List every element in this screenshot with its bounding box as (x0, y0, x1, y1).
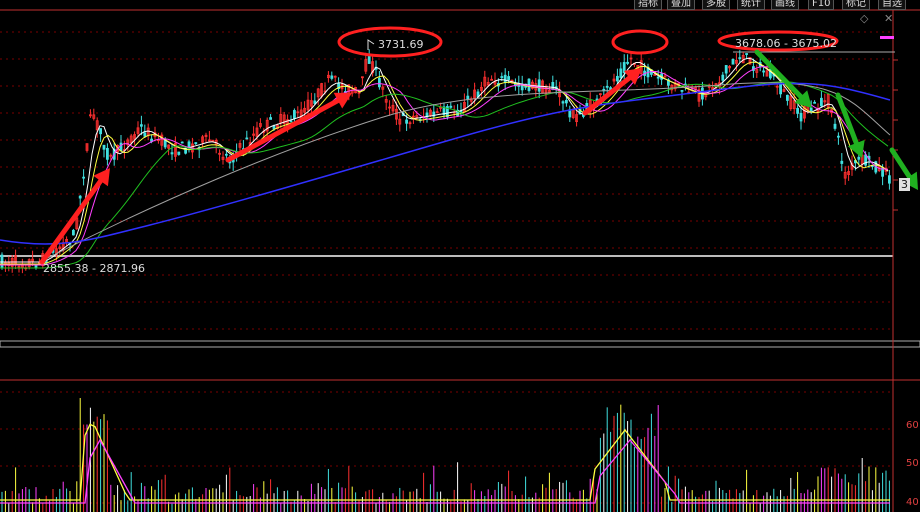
volume-chart (0, 398, 890, 512)
candle-body (561, 101, 565, 104)
candle-body (731, 58, 735, 65)
down-arrow (889, 147, 912, 180)
candle-body (605, 85, 609, 88)
candle-body (864, 154, 867, 166)
candle-body (139, 124, 143, 127)
candle-body (34, 264, 38, 268)
candle-body (840, 160, 844, 164)
candle-body (551, 82, 555, 90)
candle-body (289, 120, 293, 123)
toolbar-button-overlay[interactable]: 叠加 (667, 0, 695, 10)
candle-body (721, 74, 725, 81)
toolbar-button-f10[interactable]: F10 (808, 0, 835, 10)
ma-line-yellow (0, 61, 889, 265)
candle-body (72, 229, 75, 236)
candle-body (405, 119, 409, 124)
close-icon[interactable]: ✕ (884, 13, 893, 24)
candle-body (224, 153, 228, 156)
volume-axis-tick: 40 (906, 497, 919, 508)
peak-high-label: 3731.69 (378, 38, 424, 51)
candle-body (786, 94, 789, 101)
ma-line-magenta (0, 66, 889, 266)
toolbar-button-statistics[interactable]: 统计 (737, 0, 765, 10)
toolbar-button-indicators[interactable]: 指标 (634, 0, 662, 10)
candle-body (449, 105, 453, 108)
candle-body (272, 125, 276, 130)
toolbar-button-multi-stock[interactable]: 多股 (702, 0, 730, 10)
candle-body (724, 65, 728, 74)
candle-body (656, 76, 660, 79)
toolbar-button-draw-line[interactable]: 画线 (771, 0, 799, 10)
candle-body (500, 76, 504, 78)
candle-body (102, 144, 106, 150)
candle-body (738, 57, 742, 60)
restore-icon[interactable]: ◇ (860, 13, 868, 24)
candle-body (377, 77, 381, 88)
ma-line-white (0, 57, 889, 263)
candle-body (330, 75, 334, 79)
volume-axis-tick: 60 (906, 420, 919, 431)
current-price-tag: 3 (899, 178, 910, 191)
peak-pointer (367, 39, 375, 50)
range-top-label: 3678.06 - 3675.02 (735, 37, 837, 50)
candle-body (833, 123, 837, 129)
candle-body (503, 74, 507, 83)
candle-body (813, 101, 816, 104)
volume-axis-tick: 50 (906, 458, 919, 469)
candle-body (799, 112, 803, 122)
candle-body (106, 148, 109, 160)
candle-body (119, 142, 123, 152)
candle-body (78, 195, 82, 199)
second-peak-ellipse (611, 29, 669, 55)
candle-body (99, 128, 102, 135)
candle-body (565, 99, 568, 104)
candle-body (170, 152, 174, 155)
volume-ma-yellow (0, 423, 890, 501)
candle-body (626, 61, 629, 64)
candle-body (745, 53, 748, 55)
candle-body (619, 68, 623, 78)
candle-body (180, 141, 184, 144)
toolbar-button-watchlist[interactable]: 自选 (878, 0, 906, 10)
candle-body (820, 97, 823, 107)
candle-body (82, 176, 85, 179)
candle-body (194, 142, 198, 145)
candle-body (269, 117, 273, 120)
candle-body (507, 76, 511, 81)
indicator-marker (880, 36, 894, 39)
down-arrow (835, 92, 859, 146)
toolbar-button-mark[interactable]: 标记 (842, 0, 870, 10)
candle-body (177, 151, 181, 155)
candle-body (857, 156, 861, 160)
candle-body (762, 70, 765, 73)
candle-body (292, 110, 296, 119)
candle-body (367, 56, 371, 64)
candle-body (245, 137, 249, 140)
moving-average-lines (0, 57, 891, 269)
candle-body (888, 175, 891, 184)
candle-body (616, 75, 619, 82)
candle-body (837, 135, 840, 138)
stock-chart-window (0, 9, 920, 512)
candle-body (796, 107, 799, 114)
candle-body (143, 132, 147, 137)
candle-body (466, 95, 470, 100)
panel-separator (0, 340, 920, 348)
grid-lines (0, 9, 920, 512)
candle-body (537, 79, 541, 92)
candle-body (313, 100, 317, 104)
candle-body (0, 254, 4, 269)
candle-body (809, 107, 813, 112)
candle-body (680, 90, 684, 92)
range-low-label: 2855.38 - 2871.96 (43, 262, 145, 275)
